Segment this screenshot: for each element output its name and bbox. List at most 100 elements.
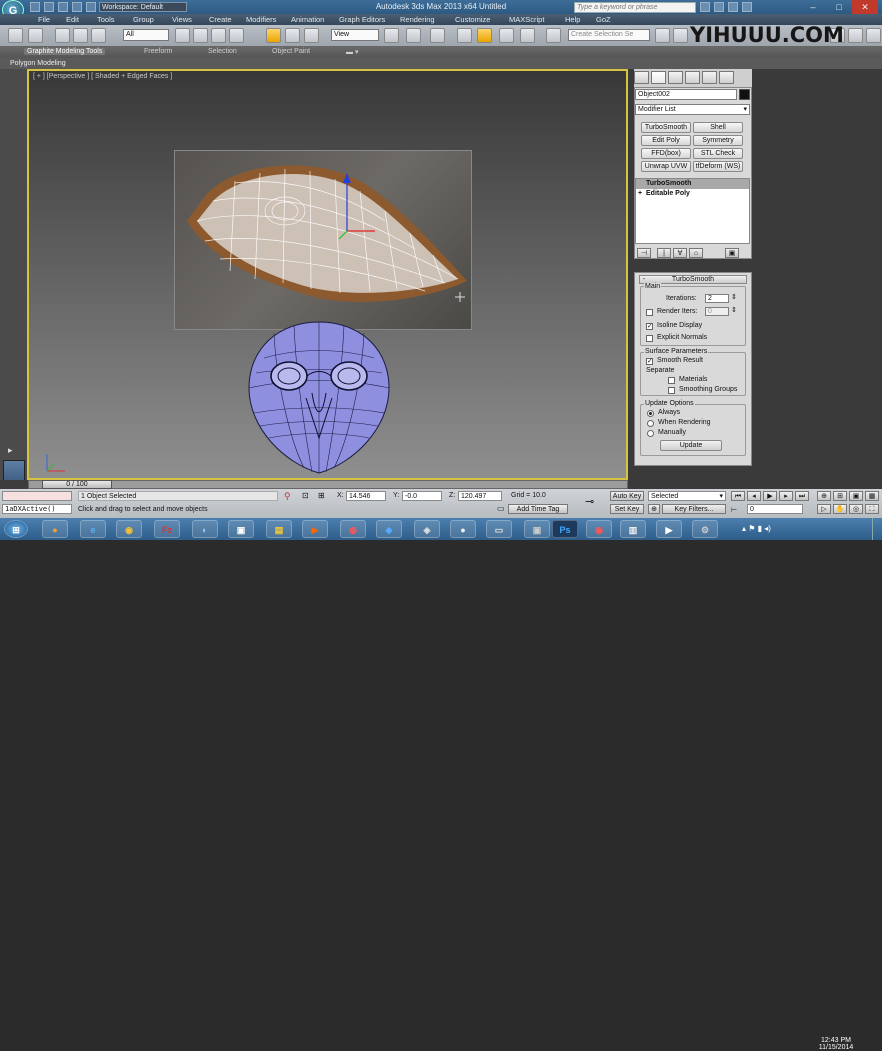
- utilities-tab-icon[interactable]: [719, 71, 734, 84]
- open-file-icon[interactable]: [44, 2, 54, 12]
- notepad-icon[interactable]: ▥: [620, 520, 646, 538]
- undo-icon[interactable]: [8, 28, 23, 43]
- zoom-icon[interactable]: ⊕: [817, 491, 831, 501]
- always-radio[interactable]: [647, 410, 654, 417]
- menu-edit[interactable]: Edit: [66, 15, 79, 24]
- render-production-icon[interactable]: [866, 28, 881, 43]
- spinner-arrows-icon[interactable]: ⇕: [731, 293, 737, 301]
- turbosmooth-modifier-button[interactable]: TurboSmooth: [641, 122, 691, 133]
- new-file-icon[interactable]: [30, 2, 40, 12]
- minimize-button[interactable]: –: [800, 0, 826, 14]
- search-input[interactable]: Type a keyword or phrase: [574, 2, 696, 13]
- when-rendering-radio[interactable]: [647, 420, 654, 427]
- search-icon[interactable]: [700, 2, 710, 12]
- media-player-icon[interactable]: ▶: [302, 520, 328, 538]
- shell-modifier-button[interactable]: Shell: [693, 122, 743, 133]
- add-time-tag-button[interactable]: Add Time Tag: [508, 504, 568, 514]
- menu-group[interactable]: Group: [133, 15, 154, 24]
- menu-maxscript[interactable]: MAXScript: [509, 15, 544, 24]
- time-slider[interactable]: 0 / 100: [42, 480, 112, 489]
- modifier-list-dropdown[interactable]: Modifier List ▾: [635, 104, 750, 115]
- stl-check-modifier-button[interactable]: STL Check: [693, 148, 743, 159]
- bind-space-warp-icon[interactable]: [91, 28, 106, 43]
- snaps-toggle-icon[interactable]: [457, 28, 472, 43]
- field-of-view-icon[interactable]: ▷: [817, 504, 831, 514]
- region-select-icon[interactable]: [211, 28, 226, 43]
- mirror-icon[interactable]: [655, 28, 670, 43]
- show-desktop-button[interactable]: [872, 518, 882, 540]
- rendered-frame-window-icon[interactable]: [848, 28, 863, 43]
- configure-modifier-sets-icon[interactable]: ▣: [725, 248, 739, 258]
- maxscript-listener-top[interactable]: [2, 491, 72, 501]
- smoothing-groups-checkbox[interactable]: [668, 387, 675, 394]
- align-icon[interactable]: [673, 28, 688, 43]
- key-mode-toggle-icon[interactable]: ⊢: [731, 506, 737, 514]
- manually-radio[interactable]: [647, 430, 654, 437]
- dropbox-icon[interactable]: ◆: [376, 520, 402, 538]
- settings-app-icon[interactable]: ⚙: [692, 520, 718, 538]
- select-object-icon[interactable]: [175, 28, 190, 43]
- 3ds-max-taskbar-icon[interactable]: ▣: [228, 520, 254, 538]
- render-iters-spinner[interactable]: 0: [705, 307, 729, 316]
- x-coordinate-field[interactable]: 14.546: [346, 491, 386, 501]
- play-icon[interactable]: ▶: [763, 491, 777, 501]
- chrome-icon[interactable]: ◉: [116, 520, 142, 538]
- menu-graph-editors[interactable]: Graph Editors: [339, 15, 385, 24]
- spinner-arrows-icon[interactable]: ⇕: [731, 306, 737, 314]
- file-explorer-icon[interactable]: ▤: [266, 520, 292, 538]
- maximize-viewport-icon[interactable]: ⛶: [865, 504, 879, 514]
- percent-snap-icon[interactable]: [499, 28, 514, 43]
- create-tab-icon[interactable]: [634, 71, 649, 84]
- window-crossing-icon[interactable]: [229, 28, 244, 43]
- ffd-box-modifier-button[interactable]: FFD(box): [641, 148, 691, 159]
- zbrush-icon[interactable]: ●: [450, 520, 476, 538]
- symmetry-modifier-button[interactable]: Symmetry: [693, 135, 743, 146]
- save-icon[interactable]: [58, 2, 68, 12]
- remove-modifier-icon[interactable]: ⌂: [689, 248, 703, 258]
- menu-tools[interactable]: Tools: [97, 15, 115, 24]
- selection-filter-dropdown[interactable]: All: [123, 29, 169, 41]
- update-button[interactable]: Update: [660, 440, 722, 451]
- pan-icon[interactable]: ✋: [833, 504, 847, 514]
- ribbon-options-icon[interactable]: ▬ ▾: [346, 48, 358, 56]
- materials-checkbox[interactable]: [668, 377, 675, 384]
- maxscript-listener-input[interactable]: 1aDXActive(): [2, 504, 72, 514]
- set-key-mode-icon[interactable]: ⊸: [585, 495, 594, 508]
- system-tray-icons[interactable]: ▴ ⚑ ▮ ◂): [742, 524, 771, 533]
- pin-stack-icon[interactable]: ⊣: [637, 248, 651, 258]
- isolate-selection-icon[interactable]: ⚲: [284, 491, 294, 501]
- maximize-button[interactable]: □: [826, 0, 852, 14]
- screen-capture-icon[interactable]: ▭: [486, 520, 512, 538]
- smooth-result-checkbox[interactable]: ✓: [646, 358, 653, 365]
- select-and-scale-icon[interactable]: [304, 28, 319, 43]
- select-and-move-icon[interactable]: [266, 28, 281, 43]
- keyboard-shortcut-toggle-icon[interactable]: [430, 28, 445, 43]
- stack-item-turbosmooth[interactable]: TurboSmooth: [636, 179, 749, 189]
- angle-snap-icon[interactable]: [477, 28, 492, 43]
- workspace-dropdown[interactable]: Workspace: Default: [99, 2, 187, 12]
- undo-quick-icon[interactable]: [72, 2, 82, 12]
- edit-poly-modifier-button[interactable]: Edit Poly: [641, 135, 691, 146]
- close-button[interactable]: ✕: [852, 0, 878, 14]
- select-and-rotate-icon[interactable]: [285, 28, 300, 43]
- time-slider-track[interactable]: [28, 480, 628, 489]
- menu-modifiers[interactable]: Modifiers: [246, 15, 276, 24]
- menu-help[interactable]: Help: [565, 15, 580, 24]
- object-color-swatch[interactable]: [739, 89, 750, 100]
- photoshop-icon[interactable]: Ps: [552, 520, 578, 538]
- select-manipulate-icon[interactable]: [406, 28, 421, 43]
- unwrap-uvw-modifier-button[interactable]: Unwrap UVW: [641, 161, 691, 172]
- viewport-label[interactable]: [ + ] [Perspective ] [ Shaded + Edged Fa…: [33, 73, 172, 80]
- isoline-display-checkbox[interactable]: ✓: [646, 323, 653, 330]
- key-selection-dropdown[interactable]: Selected ▾: [648, 491, 726, 501]
- communication-center-icon[interactable]: [714, 2, 724, 12]
- make-unique-icon[interactable]: ∀: [673, 248, 687, 258]
- edit-named-selection-icon[interactable]: [546, 28, 561, 43]
- stack-item-editable-poly[interactable]: + Editable Poly: [636, 189, 749, 199]
- set-keys-icon[interactable]: ⊕: [648, 504, 660, 514]
- selection-lock-icon[interactable]: ⊡: [302, 491, 312, 501]
- utility-app-icon[interactable]: ◈: [414, 520, 440, 538]
- menu-animation[interactable]: Animation: [291, 15, 324, 24]
- zoom-extents-icon[interactable]: ▣: [849, 491, 863, 501]
- help-icon[interactable]: [742, 2, 752, 12]
